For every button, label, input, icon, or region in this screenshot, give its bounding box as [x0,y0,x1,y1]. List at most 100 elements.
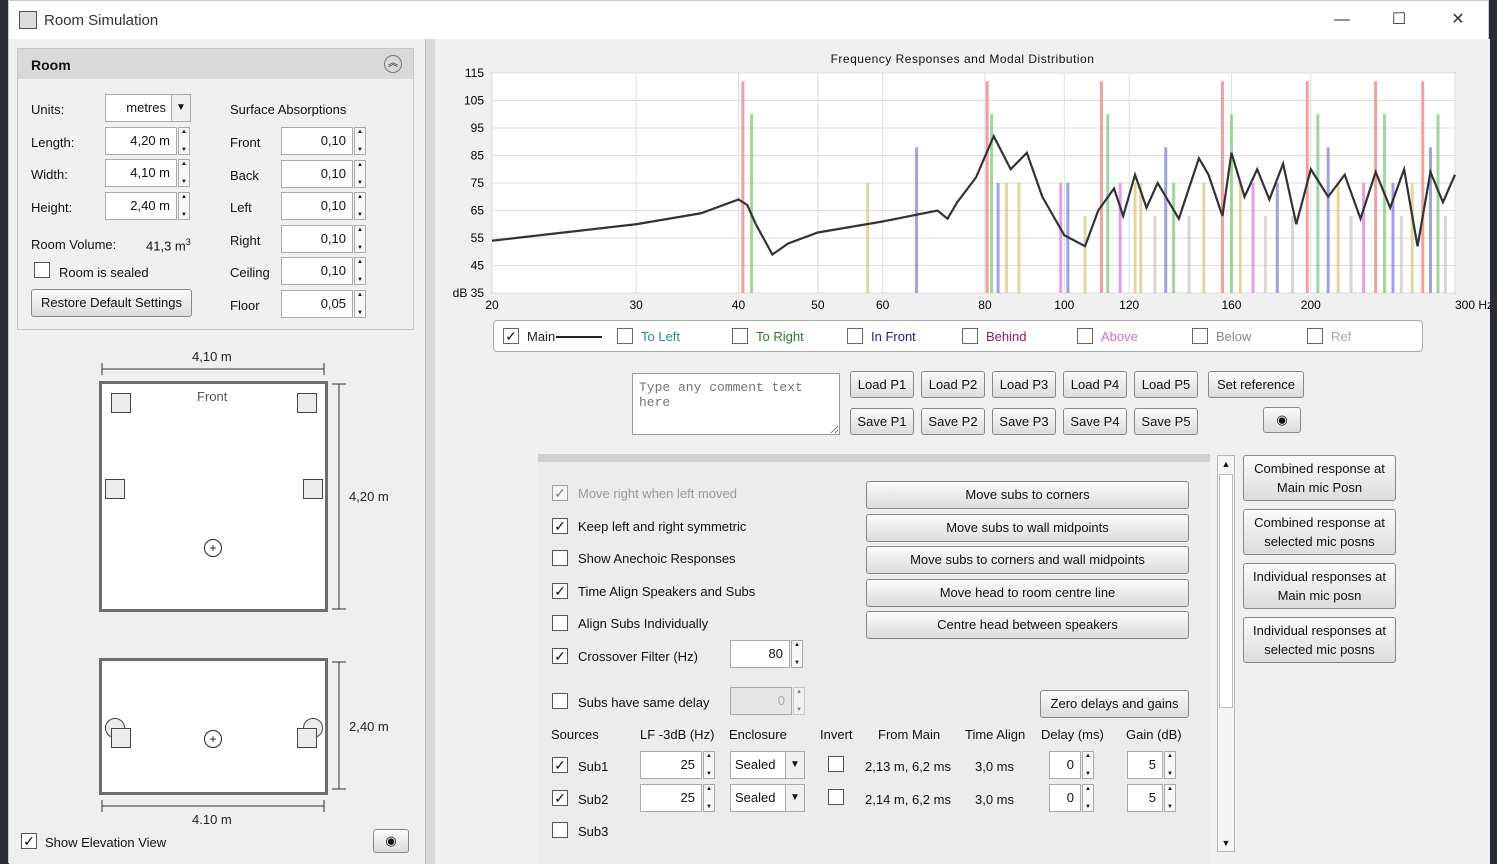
sub-delay-field[interactable]: 0 [1049,751,1081,779]
sub-gain-field[interactable]: 5 [1127,751,1163,779]
load-p5-button[interactable]: Load P5 [1134,371,1198,398]
surface-right-spinner[interactable] [354,224,366,253]
response-view-button[interactable]: Combined response at Main mic Posn [1243,455,1396,501]
move-button[interactable]: Move subs to corners [866,481,1189,509]
legend-to-left-checkbox[interactable] [617,328,633,344]
sub-delay-spinner[interactable] [1082,783,1094,812]
sub-gain-spinner[interactable] [1164,751,1176,779]
legend-main-checkbox[interactable]: ✓ [503,328,519,344]
surface-ceiling-spinner[interactable] [354,257,366,285]
maximize-button[interactable]: ☐ [1387,9,1411,31]
show-elevation-checkbox[interactable]: ✓ [21,833,37,849]
option-checkbox[interactable] [552,550,568,566]
surface-right-field[interactable]: 0,10 [281,224,353,253]
option-checkbox[interactable]: ✓ [552,485,568,501]
save-p5-button[interactable]: Save P5 [1134,408,1198,435]
room-elevation-view[interactable]: + [99,658,328,795]
surface-front-field[interactable]: 0,10 [281,127,353,155]
sub-delay-spinner[interactable] [1082,751,1094,779]
speaker-front-right-icon[interactable] [297,393,317,413]
sub-checkbox[interactable] [552,822,568,838]
zero-delays-button[interactable]: Zero delays and gains [1040,690,1189,718]
load-p4-button[interactable]: Load P4 [1063,371,1127,398]
surface-back-field[interactable]: 0,10 [281,159,353,188]
scroll-down-icon[interactable]: ▼ [1218,835,1234,851]
sub-invert-checkbox[interactable] [828,788,844,805]
sub-enclosure-select[interactable]: Sealed [730,751,786,779]
camera-icon[interactable]: ◉ [1263,407,1301,433]
collapse-icon[interactable]: ︽ [384,55,402,73]
load-p3-button[interactable]: Load P3 [992,371,1056,398]
panel-divider[interactable] [425,39,435,864]
length-field[interactable]: 4,20 m [105,127,177,155]
sub-enclosure-select[interactable]: Sealed [730,783,786,812]
legend-to-right-checkbox[interactable] [732,328,748,344]
load-p2-button[interactable]: Load P2 [921,371,985,398]
save-p2-button[interactable]: Save P2 [921,408,985,435]
sub-right-elevation-icon[interactable] [297,728,317,748]
surface-front-spinner[interactable] [354,127,366,155]
chevron-down-icon[interactable]: ▼ [171,94,191,122]
response-view-button[interactable]: Combined response at selected mic posns [1243,509,1396,555]
close-button[interactable]: ✕ [1446,9,1470,31]
chevron-down-icon[interactable]: ▼ [785,783,805,812]
legend-above-checkbox[interactable] [1077,328,1093,344]
sub-lf-field[interactable]: 25 [640,783,702,812]
width-field[interactable]: 4,10 m [105,159,177,187]
save-p3-button[interactable]: Save P3 [992,408,1056,435]
surface-back-spinner[interactable] [354,159,366,188]
sub-gain-field[interactable]: 5 [1127,783,1163,812]
response-view-button[interactable]: Individual responses at Main mic posn [1243,563,1396,609]
option-checkbox[interactable]: ✓ [552,582,568,599]
legend-below-checkbox[interactable] [1192,328,1208,344]
sub-checkbox[interactable]: ✓ [552,757,568,773]
units-select[interactable]: metres [105,94,173,122]
move-button[interactable]: Move head to room centre line [866,578,1189,607]
room-sealed-checkbox[interactable] [34,262,50,278]
room-plan-view[interactable]: Front + [99,381,328,612]
subs-same-delay-checkbox[interactable] [552,693,568,709]
sub-gain-spinner[interactable] [1164,783,1176,812]
surface-floor-spinner[interactable] [354,289,366,318]
surface-left-spinner[interactable] [354,192,366,220]
frequency-response-chart[interactable]: 20 30 40 50 60 80 100 120 160 200 300 Hz 115 105 95 85… [435,63,1490,319]
scroll-up-icon[interactable]: ▲ [1218,456,1234,472]
legend-ref-checkbox[interactable] [1307,328,1323,344]
move-button[interactable]: Move subs to wall midpoints [866,513,1189,542]
surface-floor-field[interactable]: 0,05 [281,289,353,318]
height-spinner[interactable] [178,192,190,220]
move-button[interactable]: Move subs to corners and wall midpoints [866,546,1189,574]
sub-right-icon[interactable] [303,479,323,499]
scrollbar-thumb[interactable] [1219,474,1233,708]
crossover-spinner[interactable] [791,640,803,668]
legend-behind-checkbox[interactable] [962,328,978,344]
legend-in-front-checkbox[interactable] [847,328,863,344]
restore-defaults-button[interactable]: Restore Default Settings [31,289,192,317]
set-reference-button[interactable]: Set reference [1208,371,1304,398]
sub-left-elevation-icon[interactable] [111,728,131,748]
sub-lf-spinner[interactable] [703,751,715,779]
width-spinner[interactable] [178,159,190,187]
minimize-button[interactable]: — [1330,9,1354,31]
crossover-field[interactable]: 80 [730,640,790,668]
response-view-button[interactable]: Individual responses at selected mic pos… [1243,617,1396,663]
surface-left-field[interactable]: 0,10 [281,192,353,220]
sub-checkbox[interactable]: ✓ [552,789,568,806]
sub-lf-spinner[interactable] [703,783,715,812]
save-p1-button[interactable]: Save P1 [850,408,914,435]
option-checkbox[interactable]: ✓ [552,517,568,534]
length-spinner[interactable] [178,127,190,155]
speaker-front-left-icon[interactable] [111,393,131,413]
move-button[interactable]: Centre head between speakers [866,611,1189,639]
height-field[interactable]: 2,40 m [105,192,177,220]
camera-icon[interactable]: ◉ [373,829,409,853]
options-scrollbar[interactable]: ▲ ▼ [1217,455,1235,852]
save-p4-button[interactable]: Save P4 [1063,408,1127,435]
option-checkbox[interactable] [552,615,568,631]
sub-invert-checkbox[interactable] [828,756,844,772]
sub-left-icon[interactable] [105,479,125,499]
comment-field[interactable] [632,373,840,435]
listener-head-elevation-icon[interactable]: + [204,730,222,748]
sub-lf-field[interactable]: 25 [640,751,702,779]
option-checkbox[interactable]: ✓ [552,647,568,664]
